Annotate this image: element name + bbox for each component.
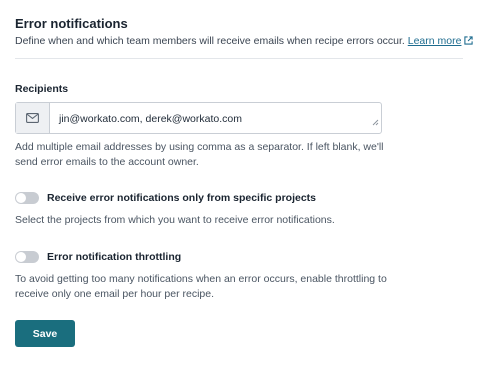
- toggle-knob: [16, 252, 26, 262]
- description-text: Define when and which team members will …: [15, 35, 405, 47]
- throttling-row: Error notification throttling: [15, 251, 181, 263]
- recipients-field[interactable]: jin@workato.com, derek@workato.com: [15, 102, 382, 134]
- specific-projects-toggle[interactable]: [15, 192, 39, 204]
- recipients-label: Recipients: [15, 83, 69, 95]
- throttling-toggle[interactable]: [15, 251, 39, 263]
- toggle-knob: [16, 193, 26, 203]
- specific-projects-description: Select the projects from which you want …: [15, 214, 335, 226]
- save-button[interactable]: Save: [15, 320, 75, 347]
- throttling-description: To avoid getting too many notifications …: [15, 273, 387, 300]
- section-title: Error notifications: [15, 16, 128, 31]
- recipients-input[interactable]: jin@workato.com, derek@workato.com: [59, 113, 242, 125]
- section-divider: [15, 58, 463, 59]
- resize-grip-icon[interactable]: [372, 113, 379, 131]
- specific-projects-label: Receive error notifications only from sp…: [47, 192, 316, 204]
- learn-more-label: Learn more: [407, 35, 462, 47]
- section-description: Define when and which team members will …: [15, 35, 474, 48]
- specific-projects-row: Receive error notifications only from sp…: [15, 192, 316, 204]
- throttling-label: Error notification throttling: [47, 251, 182, 263]
- recipients-hint: Add multiple email addresses by using co…: [15, 141, 384, 168]
- email-icon: [16, 103, 50, 133]
- external-link-icon: [464, 36, 474, 48]
- learn-more-link[interactable]: Learn more: [408, 35, 462, 47]
